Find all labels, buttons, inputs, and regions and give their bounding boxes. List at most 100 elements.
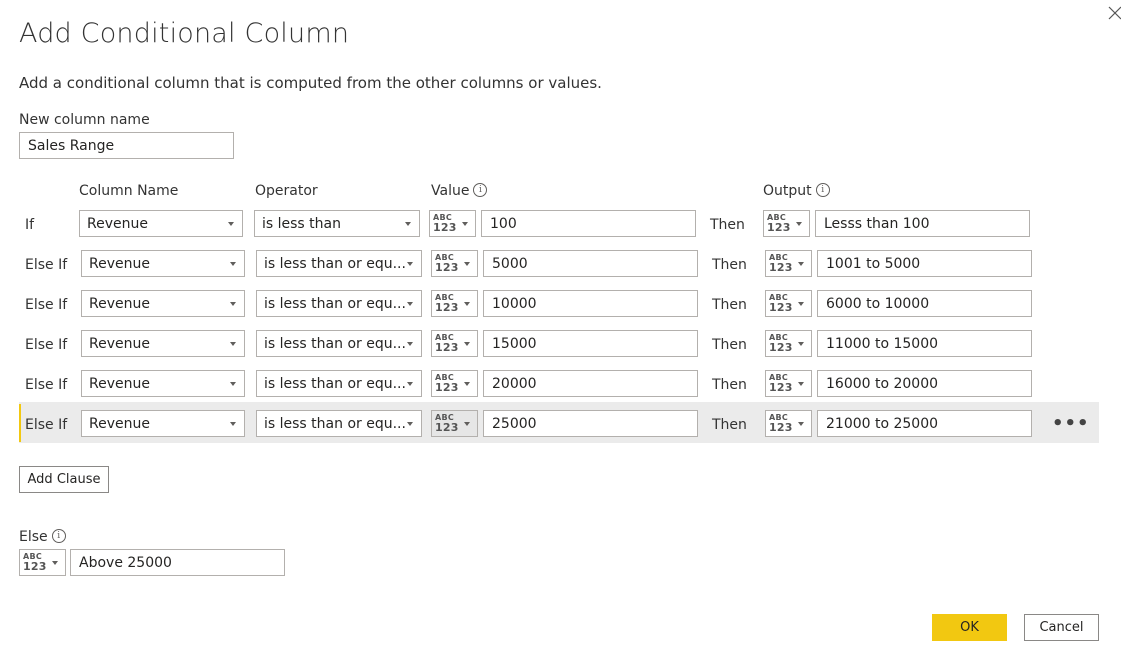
output-input[interactable]: 11000 to 15000: [817, 330, 1032, 357]
abc-123-type-icon: ABC 123: [767, 213, 791, 234]
new-column-name-input[interactable]: Sales Range: [19, 132, 234, 159]
value-input[interactable]: 100: [481, 210, 696, 237]
operator-select[interactable]: is less than or equ...: [256, 370, 422, 397]
column-name-select[interactable]: Revenue: [79, 210, 243, 237]
abc-123-type-icon: ABC 123: [769, 413, 793, 434]
else-label-text: Else: [19, 529, 48, 545]
operator-select[interactable]: is less than: [254, 210, 420, 237]
output-type-button[interactable]: ABC 123: [765, 250, 812, 277]
abc-123-type-icon: ABC 123: [435, 253, 459, 274]
output-type-button[interactable]: ABC 123: [765, 370, 812, 397]
column-name-value: Revenue: [89, 256, 150, 272]
abc-123-type-icon: ABC 123: [433, 213, 457, 234]
chevron-down-icon: [405, 222, 411, 226]
then-label: Then: [712, 377, 747, 393]
value-input[interactable]: 10000: [483, 290, 698, 317]
chevron-down-icon: [464, 262, 470, 266]
value-input[interactable]: 15000: [483, 330, 698, 357]
output-input[interactable]: 6000 to 10000: [817, 290, 1032, 317]
then-label: Then: [712, 337, 747, 353]
chevron-down-icon: [796, 222, 802, 226]
header-operator: Operator: [255, 183, 318, 199]
abc-123-type-icon: ABC 123: [769, 253, 793, 274]
clause-keyword: If: [25, 217, 35, 233]
operator-select[interactable]: is less than or equ...: [256, 330, 422, 357]
chevron-down-icon: [798, 382, 804, 386]
column-name-value: Revenue: [89, 416, 150, 432]
value-type-button[interactable]: ABC 123: [431, 250, 478, 277]
else-value-input[interactable]: Above 25000: [70, 549, 285, 576]
header-column-name: Column Name: [79, 183, 179, 199]
info-icon[interactable]: i: [51, 529, 66, 543]
column-name-select[interactable]: Revenue: [81, 410, 245, 437]
output-input[interactable]: 16000 to 20000: [817, 370, 1032, 397]
output-input[interactable]: 21000 to 25000: [817, 410, 1032, 437]
chevron-down-icon: [798, 342, 804, 346]
output-type-button[interactable]: ABC 123: [763, 210, 810, 237]
column-name-value: Revenue: [89, 376, 150, 392]
output-type-button[interactable]: ABC 123: [765, 330, 812, 357]
else-type-button[interactable]: ABC 123: [19, 549, 66, 576]
abc-123-type-icon: ABC 123: [435, 413, 459, 434]
cancel-button[interactable]: Cancel: [1024, 614, 1099, 641]
more-options-icon[interactable]: •••: [1052, 413, 1090, 434]
chevron-down-icon: [464, 382, 470, 386]
value-type-button[interactable]: ABC 123: [431, 290, 478, 317]
operator-value: is less than or equ...: [264, 376, 406, 392]
close-icon[interactable]: [1106, 4, 1121, 22]
dialog-subtitle: Add a conditional column that is compute…: [19, 74, 602, 92]
value-input[interactable]: 20000: [483, 370, 698, 397]
chevron-down-icon: [798, 422, 804, 426]
chevron-down-icon: [464, 342, 470, 346]
chevron-down-icon: [798, 262, 804, 266]
operator-value: is less than or equ...: [264, 296, 406, 312]
value-input[interactable]: 5000: [483, 250, 698, 277]
operator-value: is less than or equ...: [264, 256, 406, 272]
header-output: Output i: [763, 183, 830, 199]
header-output-label: Output: [763, 183, 812, 199]
abc-123-type-icon: ABC 123: [435, 333, 459, 354]
value-type-button[interactable]: ABC 123: [431, 370, 478, 397]
column-name-select[interactable]: Revenue: [81, 290, 245, 317]
chevron-down-icon: [230, 302, 236, 306]
value-type-button[interactable]: ABC 123: [431, 410, 478, 437]
output-input[interactable]: Lesss than 100: [815, 210, 1030, 237]
info-icon[interactable]: i: [815, 183, 830, 197]
clause-keyword: Else If: [25, 417, 68, 433]
then-label: Then: [712, 297, 747, 313]
header-value: Value i: [431, 183, 488, 199]
chevron-down-icon: [228, 222, 234, 226]
dialog-title: Add Conditional Column: [19, 18, 350, 49]
output-type-button[interactable]: ABC 123: [765, 410, 812, 437]
add-clause-button[interactable]: Add Clause: [19, 466, 109, 493]
chevron-down-icon: [407, 262, 413, 266]
value-type-button[interactable]: ABC 123: [429, 210, 476, 237]
chevron-down-icon: [407, 382, 413, 386]
chevron-down-icon: [230, 422, 236, 426]
else-label: Else i: [19, 529, 66, 545]
chevron-down-icon: [798, 302, 804, 306]
then-label: Then: [712, 417, 747, 433]
value-input[interactable]: 25000: [483, 410, 698, 437]
operator-select[interactable]: is less than or equ...: [256, 410, 422, 437]
header-value-label: Value: [431, 183, 470, 199]
ok-button[interactable]: OK: [932, 614, 1007, 641]
operator-select[interactable]: is less than or equ...: [256, 290, 422, 317]
chevron-down-icon: [407, 342, 413, 346]
chevron-down-icon: [230, 382, 236, 386]
operator-select[interactable]: is less than or equ...: [256, 250, 422, 277]
info-icon[interactable]: i: [473, 183, 488, 197]
chevron-down-icon: [464, 422, 470, 426]
chevron-down-icon: [230, 262, 236, 266]
output-input[interactable]: 1001 to 5000: [817, 250, 1032, 277]
column-name-select[interactable]: Revenue: [81, 250, 245, 277]
value-type-button[interactable]: ABC 123: [431, 330, 478, 357]
then-label: Then: [710, 217, 745, 233]
chevron-down-icon: [52, 561, 58, 565]
chevron-down-icon: [407, 422, 413, 426]
column-name-select[interactable]: Revenue: [81, 370, 245, 397]
column-name-select[interactable]: Revenue: [81, 330, 245, 357]
output-type-button[interactable]: ABC 123: [765, 290, 812, 317]
chevron-down-icon: [462, 222, 468, 226]
column-name-value: Revenue: [89, 336, 150, 352]
